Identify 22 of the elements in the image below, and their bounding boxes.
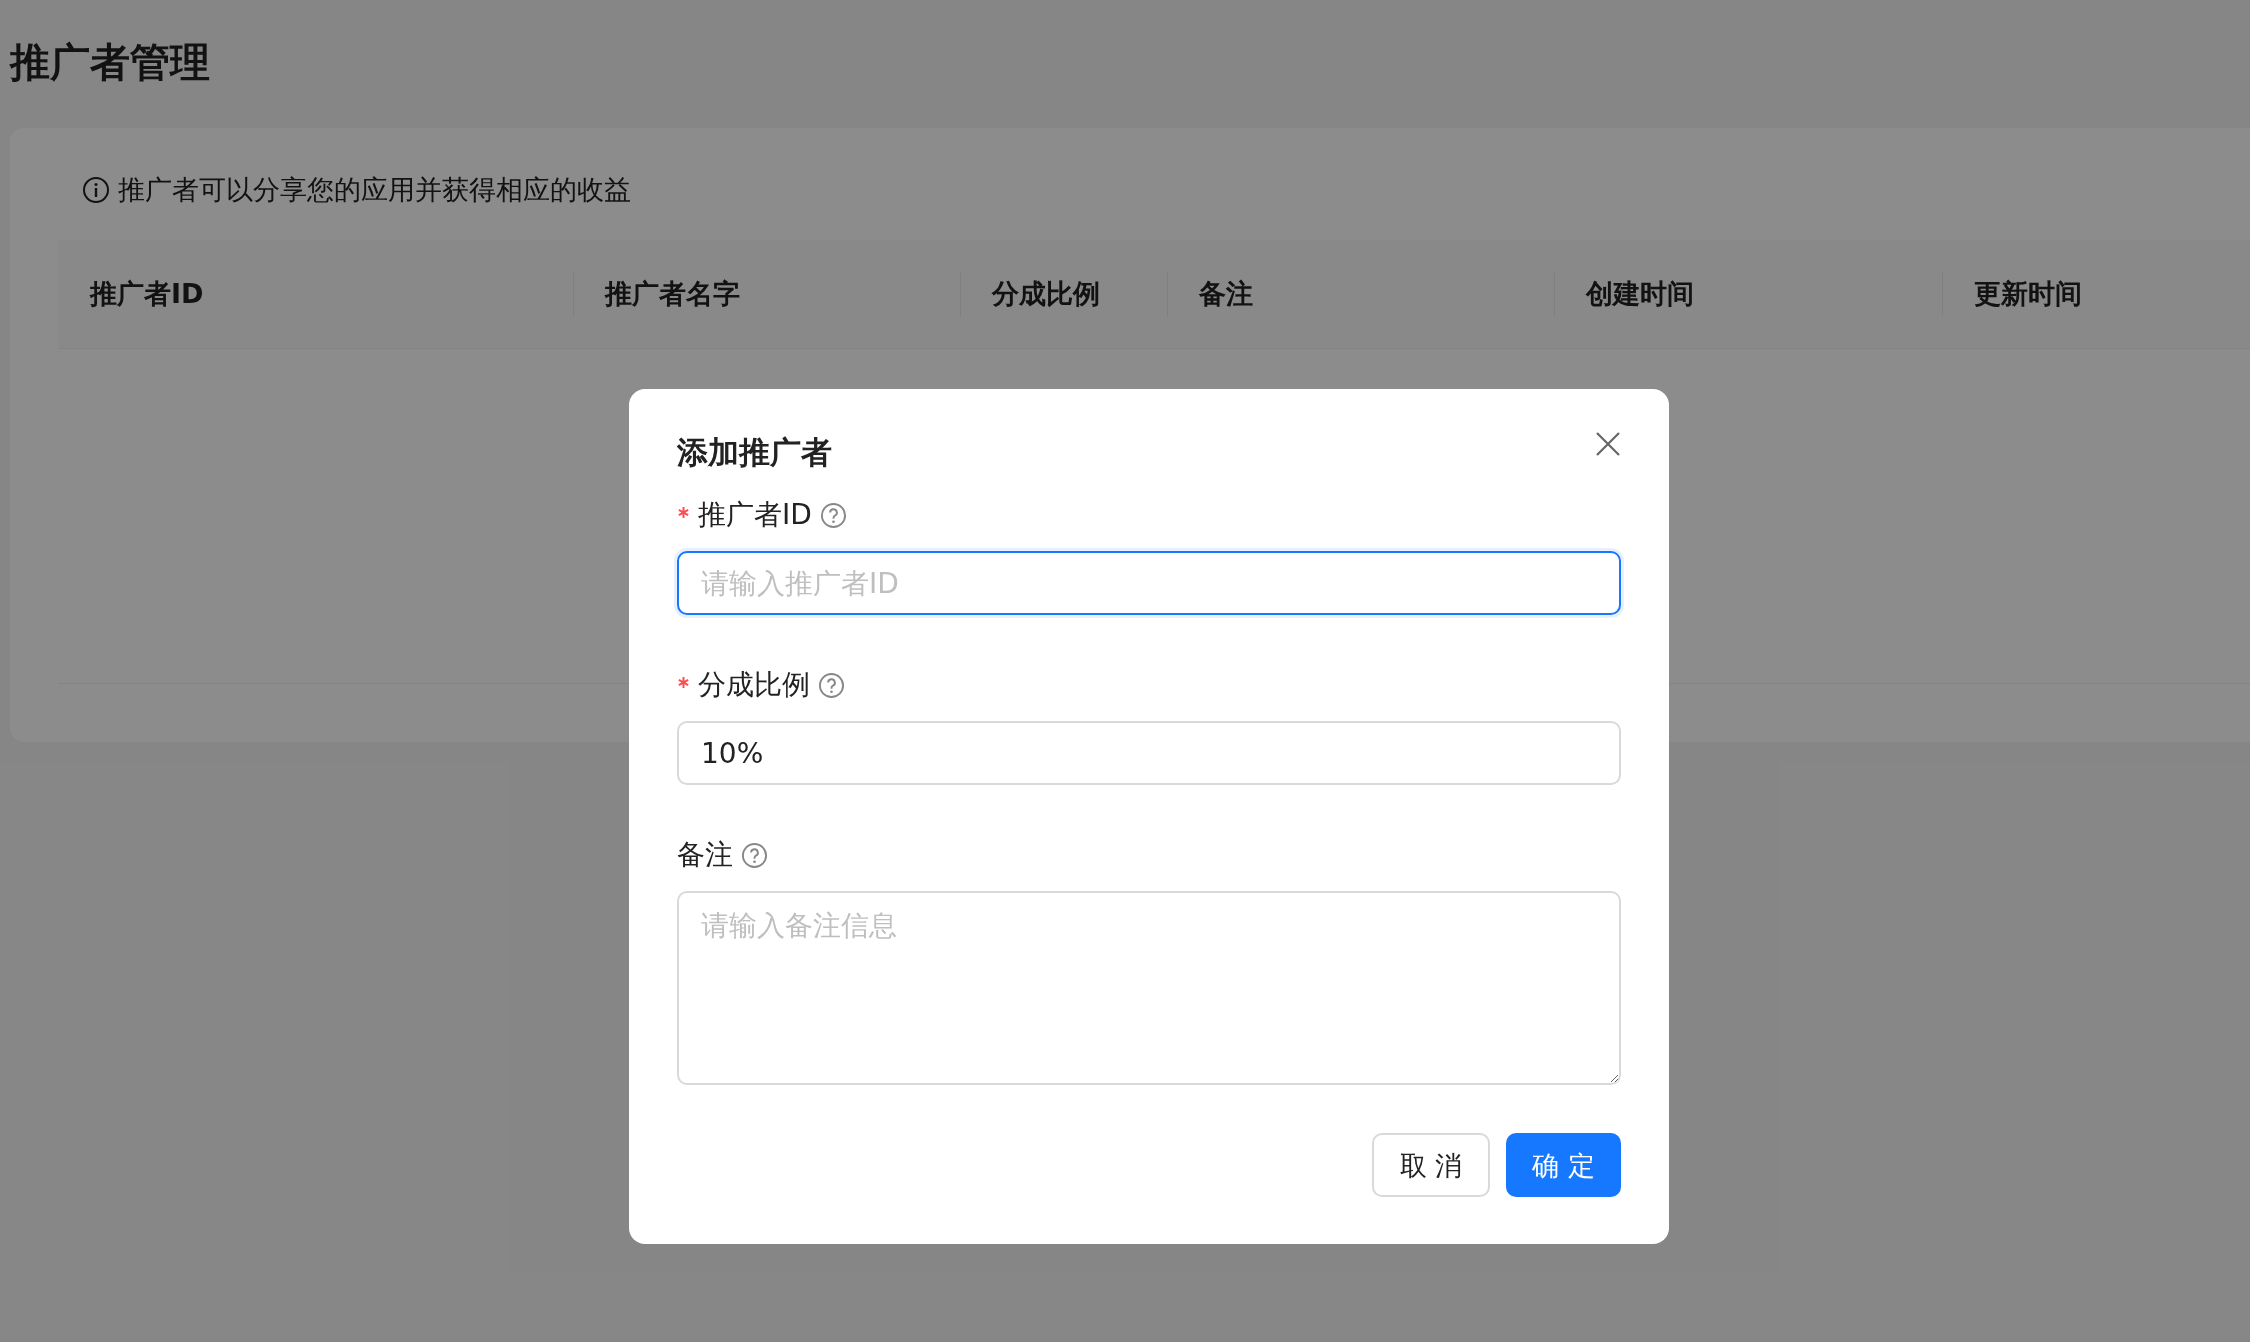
dialog-title: 添加推广者 xyxy=(677,433,832,472)
close-icon[interactable] xyxy=(1595,431,1621,457)
help-icon[interactable] xyxy=(818,671,845,699)
text-input-field[interactable]: 10% xyxy=(677,721,1621,785)
info-icon xyxy=(82,176,110,204)
column-header[interactable]: 推广者名字 xyxy=(605,276,740,312)
column-header[interactable]: 分成比例 xyxy=(992,276,1100,312)
column-header[interactable]: 推广者ID xyxy=(90,276,204,312)
field-label: 备注 xyxy=(677,837,733,873)
confirm-button[interactable]: 确 定 xyxy=(1506,1133,1621,1197)
column-header[interactable]: 更新时间 xyxy=(1974,276,2082,312)
column-header[interactable]: 创建时间 xyxy=(1586,276,1694,312)
field-label: 推广者ID xyxy=(698,497,812,533)
help-icon[interactable] xyxy=(819,501,847,529)
notice-text: 推广者可以分享您的应用并获得相应的收益 xyxy=(118,173,631,207)
field-label: 分成比例 xyxy=(698,667,810,703)
cancel-button[interactable]: 取 消 xyxy=(1371,1133,1491,1197)
page-title: 推广者管理 xyxy=(8,38,211,87)
help-icon[interactable] xyxy=(741,841,768,869)
text-input-field[interactable]: 请输入推广者ID xyxy=(677,551,1621,615)
column-header[interactable]: 备注 xyxy=(1199,276,1253,312)
remark-textarea[interactable]: 请输入备注信息 xyxy=(677,891,1621,1085)
